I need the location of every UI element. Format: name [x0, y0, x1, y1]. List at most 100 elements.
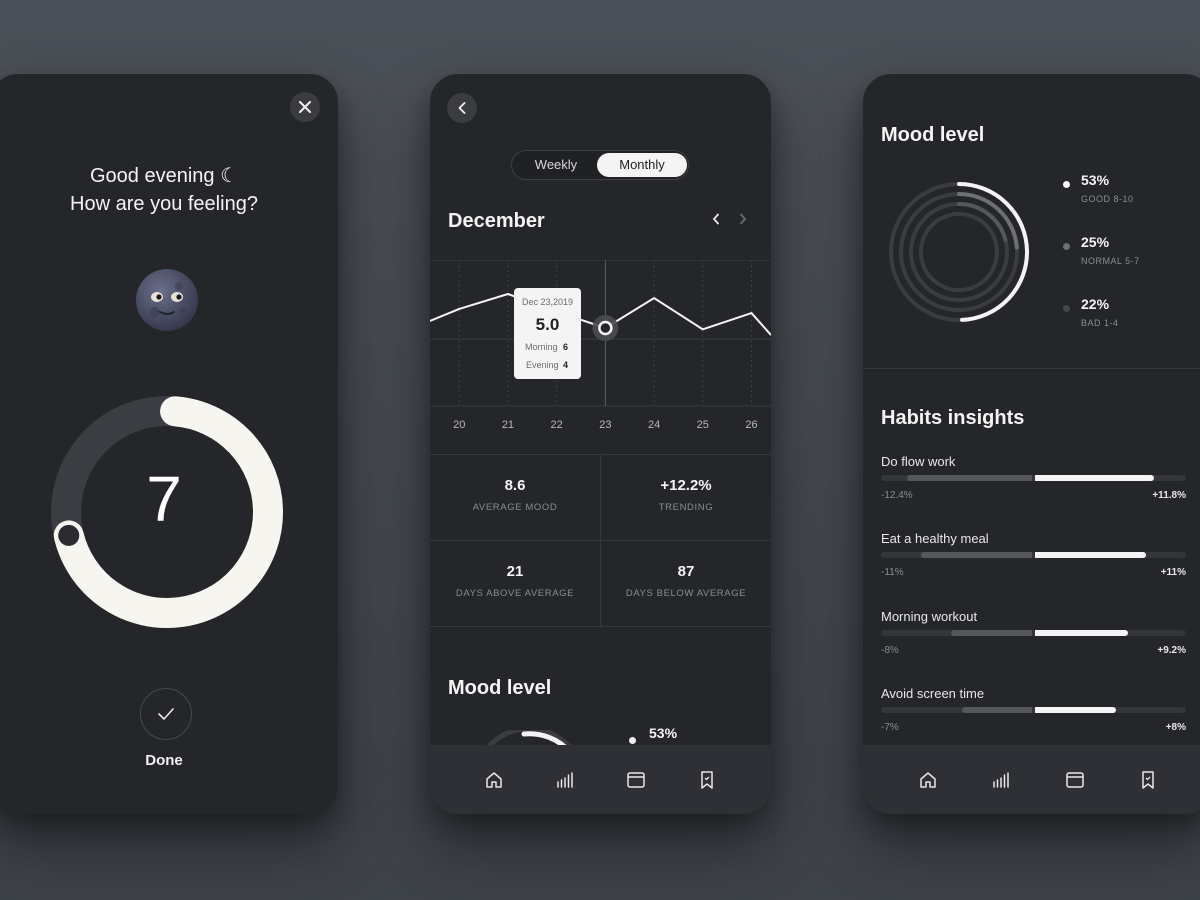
habit-positive-value: +8% — [1165, 722, 1186, 733]
greeting-text: Good evening ☾ How are you feeling? — [0, 162, 338, 218]
legend-dot — [1063, 243, 1070, 250]
x-tick-label: 23 — [599, 419, 611, 431]
chevron-right-icon — [740, 213, 747, 225]
month-title: December — [448, 210, 545, 232]
moon-face-icon — [136, 269, 198, 331]
habit-negative-value: -11% — [881, 567, 904, 578]
tooltip-evening-label: Evening — [526, 360, 559, 370]
mood-level-title: Mood level — [448, 677, 552, 699]
habit-row[interactable]: Morning workout -8% +9.2% — [881, 609, 1186, 679]
habit-negative-value: -8% — [881, 645, 899, 656]
tab-stats[interactable] — [988, 767, 1014, 793]
chevron-left-icon — [712, 213, 719, 225]
legend-dot — [1063, 181, 1070, 188]
habit-row[interactable]: Eat a healthy meal -11% +11% — [881, 531, 1186, 601]
stat-value: 8.6 — [504, 477, 526, 494]
checkin-screen: Good evening ☾ How are you feeling? 7 Do… — [0, 74, 338, 814]
tooltip-value: 5.0 — [536, 315, 560, 334]
habit-positive-value: +9.2% — [1157, 645, 1186, 656]
stat-label: AVERAGE MOOD — [472, 502, 558, 513]
tab-bookmarks[interactable] — [694, 767, 720, 793]
greeting-line-1: Good evening ☾ — [89, 165, 239, 187]
habit-negative-bar — [961, 707, 1032, 713]
legend-dot — [629, 737, 636, 744]
home-icon — [485, 771, 502, 788]
highlight-point[interactable] — [598, 320, 613, 336]
habit-negative-value: -12.4% — [881, 490, 913, 501]
calendar-icon — [1066, 771, 1084, 788]
stat-label: TRENDING — [658, 502, 714, 513]
legend-label: NORMAL 5-7 — [1081, 256, 1140, 266]
stat-label: DAYS ABOVE AVERAGE — [455, 588, 575, 599]
habit-positive-value: +11.8% — [1152, 490, 1186, 501]
insights-screen: Mood level 53% GOOD 8-10 25% NORMAL 5-7 … — [863, 74, 1200, 814]
stats-grid: 8.6 AVERAGE MOOD +12.2% TRENDING 21 DAYS… — [430, 454, 771, 627]
tab-home[interactable] — [915, 767, 941, 793]
habit-name: Morning workout — [881, 609, 978, 624]
stats-icon — [557, 771, 573, 788]
mood-line-chart[interactable]: 20 21 22 23 24 25 26 Dec 23,2019 5.0 Morning 6… — [430, 260, 771, 446]
tab-bar — [863, 745, 1200, 814]
chevron-left-icon — [458, 102, 466, 114]
greeting-line-2: How are you feeling? — [70, 193, 258, 215]
stat-days-below: 87 DAYS BELOW AVERAGE — [600, 541, 771, 627]
habit-bar-track — [881, 707, 1186, 713]
habit-positive-bar — [1035, 630, 1128, 636]
stat-trending: +12.2% TRENDING — [600, 455, 771, 541]
stat-days-above: 21 DAYS ABOVE AVERAGE — [430, 541, 600, 627]
done-button[interactable] — [140, 688, 192, 740]
stat-average-mood: 8.6 AVERAGE MOOD — [430, 455, 600, 541]
period-toggle: Weekly Monthly — [511, 150, 689, 180]
bookmark-icon — [1142, 770, 1154, 789]
habit-positive-bar — [1035, 475, 1154, 481]
back-button[interactable] — [447, 93, 477, 123]
tooltip-evening-value: 4 — [563, 360, 568, 370]
stat-value: 21 — [506, 563, 524, 580]
next-month-button[interactable] — [733, 212, 753, 232]
habit-positive-bar — [1035, 552, 1146, 558]
x-tick-label: 22 — [551, 419, 563, 431]
stats-icon — [993, 771, 1009, 788]
calendar-icon — [627, 771, 645, 788]
x-tick-label: 26 — [745, 419, 757, 431]
mood-level-rings — [889, 182, 1029, 322]
stat-value: +12.2% — [660, 477, 712, 494]
legend-pct: 22% — [1081, 296, 1110, 312]
legend-pct: 25% — [1081, 234, 1110, 250]
check-icon — [158, 708, 174, 720]
ring-track — [919, 212, 999, 292]
x-tick-label: 20 — [453, 419, 465, 431]
tab-monthly[interactable]: Monthly — [597, 153, 687, 177]
habit-row[interactable]: Do flow work -12.4% +11.8% — [881, 454, 1186, 524]
habit-positive-bar — [1035, 707, 1116, 713]
habit-negative-bar — [921, 552, 1032, 558]
habit-bar-track — [881, 630, 1186, 636]
tab-bar — [430, 745, 771, 814]
habit-negative-bar — [951, 630, 1032, 636]
section-divider — [863, 368, 1200, 369]
done-label: Done — [145, 752, 183, 769]
close-icon — [299, 101, 311, 113]
habit-positive-value: +11% — [1160, 567, 1186, 578]
close-button[interactable] — [290, 92, 320, 122]
habit-negative-value: -7% — [881, 722, 899, 733]
habit-name: Avoid screen time — [881, 686, 985, 701]
habit-bar-track — [881, 552, 1186, 558]
stat-label: DAYS BELOW AVERAGE — [625, 588, 747, 599]
habit-bar-track — [881, 475, 1186, 481]
tab-bookmarks[interactable] — [1135, 767, 1161, 793]
mood-value: 7 — [146, 463, 182, 535]
tab-calendar[interactable] — [1062, 767, 1088, 793]
tab-stats[interactable] — [552, 767, 578, 793]
tab-calendar[interactable] — [623, 767, 649, 793]
ring-normal — [957, 192, 1019, 250]
mood-level-title: Mood level — [881, 124, 985, 146]
legend-label: BAD 1-4 — [1081, 318, 1119, 328]
tab-home[interactable] — [481, 767, 507, 793]
stats-screen: Weekly Monthly December 20 21 22 23 24 25 26 D… — [430, 74, 771, 814]
tooltip-morning-label: Morning — [525, 342, 558, 352]
prev-month-button[interactable] — [706, 212, 726, 232]
tab-weekly[interactable]: Weekly — [515, 153, 597, 177]
tooltip-date: Dec 23,2019 — [522, 297, 573, 307]
habit-negative-bar — [907, 475, 1032, 481]
